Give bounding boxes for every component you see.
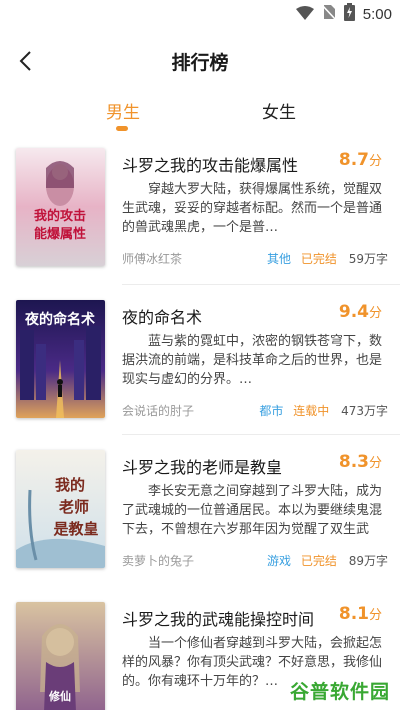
page-title: 排行榜 bbox=[171, 52, 229, 74]
tab-female[interactable]: 女生 bbox=[262, 98, 296, 123]
svg-text:老师: 老师 bbox=[58, 498, 89, 516]
book-cover: 我的攻击 能爆属性 bbox=[16, 148, 105, 266]
book-meta: 卖萝卜的兔子 游戏 已完结 89万字 bbox=[122, 550, 388, 570]
book-score: 9.4分 bbox=[338, 302, 382, 322]
book-meta: 会说话的肘子 都市 连载中 473万字 bbox=[122, 400, 388, 420]
book-cover: 修仙 bbox=[16, 602, 105, 710]
book-title: 斗罗之我的攻击能爆属性 bbox=[122, 156, 299, 175]
divider bbox=[122, 434, 400, 435]
book-author: 会说话的肘子 bbox=[122, 404, 195, 418]
svg-text:我的攻击: 我的攻击 bbox=[34, 208, 86, 224]
book-cover: 夜的命名术 bbox=[16, 300, 105, 418]
book-word-count: 89万字 bbox=[348, 554, 388, 568]
book-cover: 我的 老师 是教皇 bbox=[16, 450, 105, 568]
watermark-text: 谷普软件园 bbox=[289, 680, 390, 703]
svg-text:能爆属性: 能爆属性 bbox=[34, 226, 86, 242]
tab-male[interactable]: 男生 bbox=[106, 98, 140, 123]
book-description: 李长安无意之间穿越到了斗罗大陆，成为了武魂城的一位普通居民。本以为要继续鬼混下去… bbox=[122, 484, 383, 537]
battery-charging-icon bbox=[343, 3, 355, 25]
book-description: 蓝与紫的霓虹中，浓密的钢铁苍穹下，数据洪流的前端，是科技革命之后的世界，也是现实… bbox=[122, 334, 383, 387]
gender-tabs: 男生 女生 bbox=[0, 96, 400, 136]
book-genre: 都市 bbox=[259, 404, 284, 418]
book-status: 连载中 bbox=[293, 404, 330, 418]
book-score: 8.1分 bbox=[338, 604, 382, 624]
watermark-logo: 谷普软件园 bbox=[286, 676, 394, 704]
book-word-count: 59万字 bbox=[348, 252, 388, 266]
book-word-count: 473万字 bbox=[341, 404, 388, 418]
book-score: 8.3分 bbox=[338, 452, 382, 472]
book-author: 师傅冰红茶 bbox=[122, 252, 183, 266]
book-title: 夜的命名术 bbox=[122, 308, 203, 327]
cover-text: 修仙 bbox=[48, 689, 71, 703]
status-bar: 5:00 bbox=[0, 0, 400, 28]
tab-indicator bbox=[116, 126, 128, 131]
book-title: 斗罗之我的武魂能操控时间 bbox=[122, 610, 315, 629]
book-item[interactable]: 我的 老师 是教皇 斗罗之我的老师是教皇 8.3分 李长安无意之间穿越到了斗罗大… bbox=[0, 450, 400, 590]
book-item[interactable]: 我的攻击 能爆属性 斗罗之我的攻击能爆属性 8.7分 穿越大罗大陆，获得爆属性系… bbox=[0, 148, 400, 288]
status-icons: 5:00 bbox=[295, 3, 392, 25]
no-sim-icon bbox=[321, 4, 337, 24]
svg-text:我的: 我的 bbox=[55, 476, 85, 494]
book-genre: 其他 bbox=[267, 252, 292, 266]
book-title: 斗罗之我的老师是教皇 bbox=[122, 458, 283, 477]
book-description: 穿越大罗大陆，获得爆属性系统，觉醒双生武魂，妥妥的穿越者标配。然而一个是普通的兽… bbox=[122, 182, 383, 235]
book-status: 已完结 bbox=[300, 554, 337, 568]
book-status: 已完结 bbox=[300, 252, 337, 266]
header: 排行榜 bbox=[0, 38, 400, 84]
svg-text:夜的命名术: 夜的命名术 bbox=[24, 311, 95, 328]
book-meta: 师傅冰红茶 其他 已完结 59万字 bbox=[122, 248, 388, 268]
book-author: 卖萝卜的兔子 bbox=[122, 554, 195, 568]
book-score: 8.7分 bbox=[338, 150, 382, 170]
status-time: 5:00 bbox=[362, 5, 392, 23]
svg-text:是教皇: 是教皇 bbox=[52, 520, 98, 538]
book-item[interactable]: 夜的命名术 夜的命名术 9.4分 蓝与紫的霓虹中，浓密的钢铁苍穹下，数据洪流的前… bbox=[0, 300, 400, 440]
book-genre: 游戏 bbox=[267, 554, 292, 568]
divider bbox=[122, 284, 400, 285]
wifi-icon bbox=[295, 5, 314, 24]
